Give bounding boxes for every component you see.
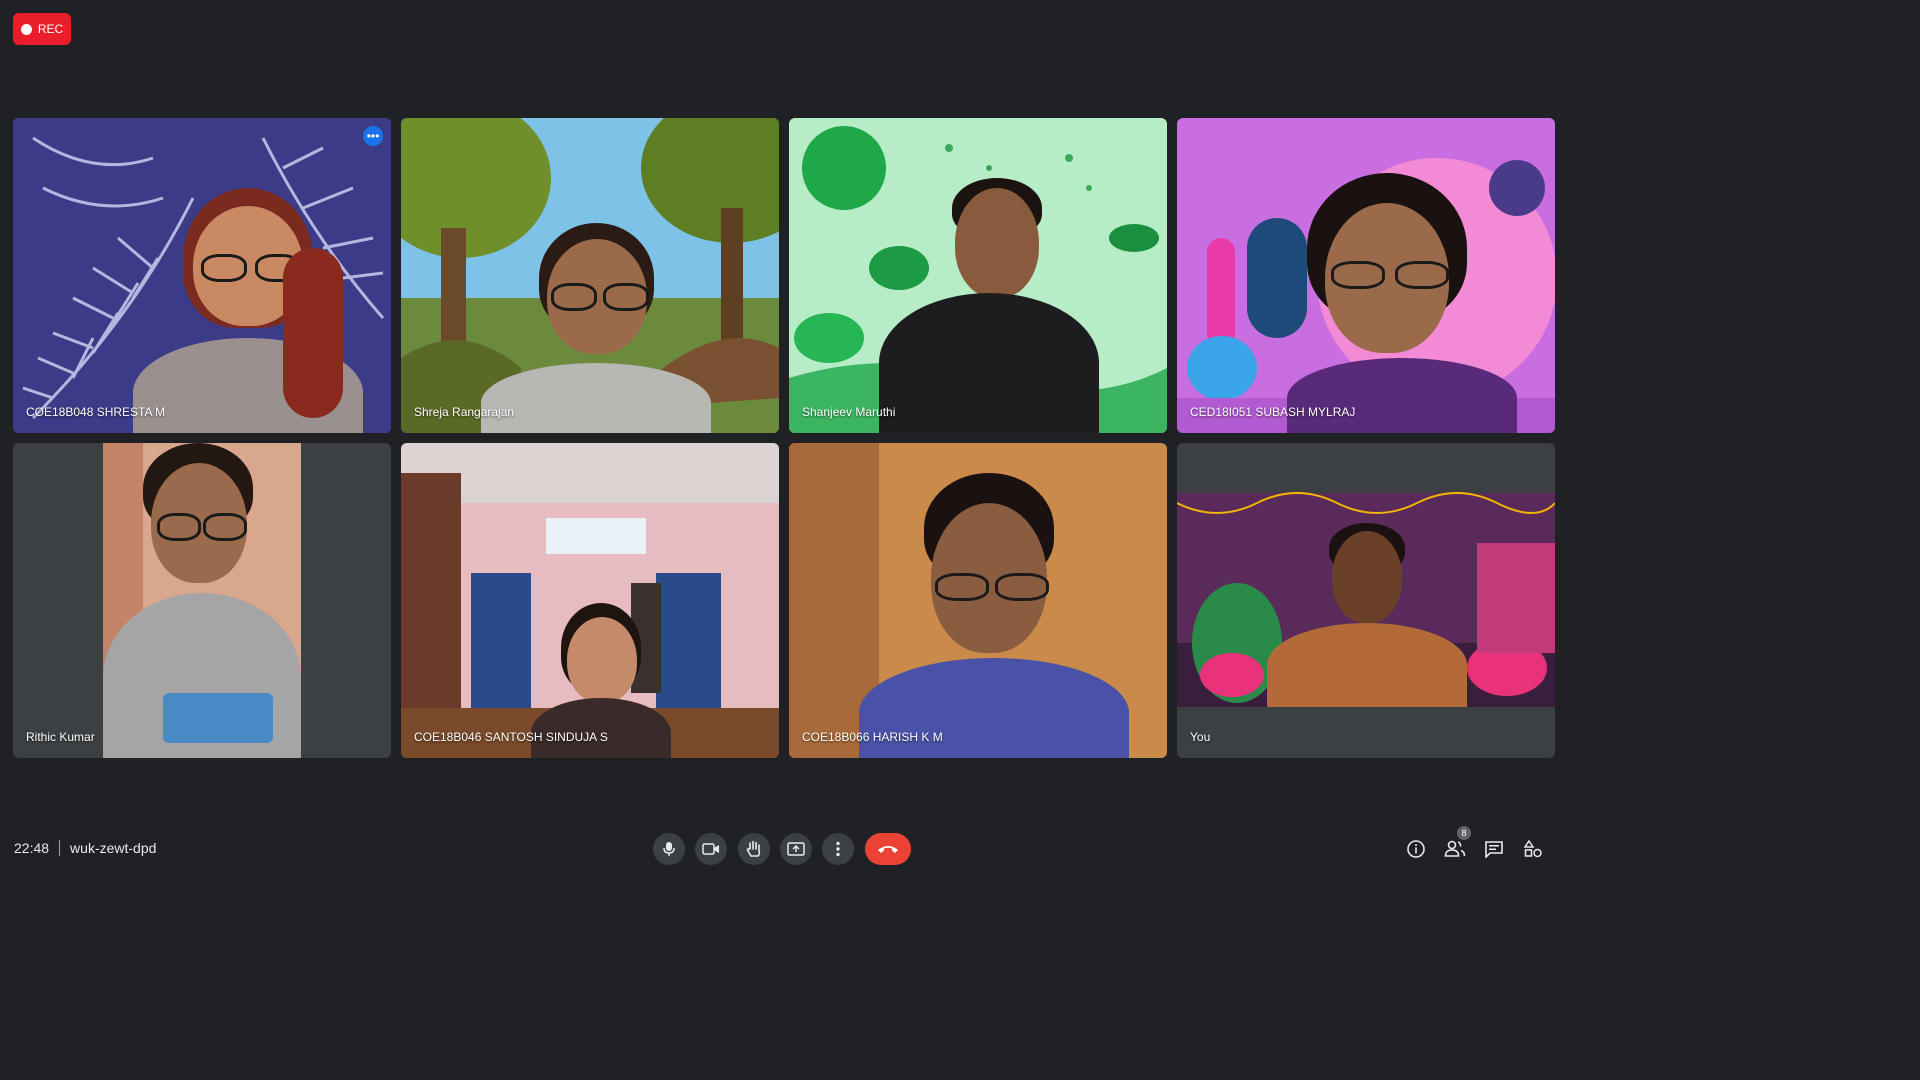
- participant-video: [133, 188, 363, 433]
- participant-video: [103, 443, 301, 758]
- participant-video: [859, 473, 1129, 758]
- participant-video: [1287, 173, 1517, 433]
- chat-icon: [1485, 841, 1503, 858]
- chat-button[interactable]: [1482, 837, 1506, 861]
- recording-indicator: REC: [13, 13, 71, 45]
- leave-call-button[interactable]: [865, 833, 911, 865]
- participant-video: [481, 223, 711, 433]
- video-tile-4[interactable]: CED18I051 SUBASH MYLRAJ: [1177, 118, 1555, 433]
- end-call-icon: [878, 846, 898, 853]
- participant-count-badge: 8: [1457, 826, 1471, 840]
- meeting-details: 22:48 wuk-zewt-dpd: [14, 840, 156, 856]
- participant-name: You: [1190, 730, 1211, 744]
- video-tile-1[interactable]: ••• COE18B048 SHRESTA M: [13, 118, 391, 433]
- tile-more-options-icon[interactable]: •••: [363, 126, 383, 146]
- participant-name: Shreja Rangarajan: [414, 405, 515, 419]
- video-tile-5[interactable]: Rithic Kumar: [13, 443, 391, 758]
- present-screen-button[interactable]: [780, 833, 812, 865]
- meeting-code[interactable]: wuk-zewt-dpd: [70, 840, 156, 856]
- mic-icon: [663, 842, 675, 856]
- divider: [59, 840, 61, 856]
- recording-label: REC: [37, 22, 64, 36]
- participant-video: [1267, 523, 1467, 707]
- participant-name: CED18I051 SUBASH MYLRAJ: [1190, 405, 1356, 419]
- video-tile-2[interactable]: Shreja Rangarajan: [401, 118, 779, 433]
- video-tile-3[interactable]: Shanjeev Maruthi: [789, 118, 1167, 433]
- video-tile-7[interactable]: COE18B066 HARISH K M: [789, 443, 1167, 758]
- rec-dot-icon: [20, 23, 32, 35]
- more-options-button[interactable]: [822, 833, 854, 865]
- microphone-button[interactable]: [653, 833, 685, 865]
- video-tile-self[interactable]: You: [1177, 443, 1555, 758]
- raise-hand-icon: [746, 840, 761, 857]
- video-tile-6[interactable]: COE18B046 SANTOSH SINDUJA S: [401, 443, 779, 758]
- participant-name: COE18B048 SHRESTA M: [26, 405, 166, 419]
- people-icon: [1444, 840, 1466, 857]
- meeting-time: 22:48: [14, 840, 50, 856]
- participant-name: COE18B046 SANTOSH SINDUJA S: [414, 730, 608, 744]
- meeting-info-button[interactable]: [1404, 837, 1428, 861]
- present-icon: [787, 842, 805, 856]
- activities-button[interactable]: [1521, 837, 1545, 861]
- raise-hand-button[interactable]: [738, 833, 770, 865]
- participant-name: Rithic Kumar: [26, 730, 95, 744]
- participant-name: COE18B066 HARISH K M: [802, 730, 943, 744]
- participant-name: Shanjeev Maruthi: [802, 405, 896, 419]
- camera-icon: [702, 843, 719, 855]
- participant-video: [879, 178, 1099, 433]
- activities-icon: [1523, 839, 1542, 858]
- info-icon: [1407, 840, 1425, 858]
- people-button[interactable]: [1443, 837, 1467, 861]
- more-options-icon: [836, 841, 840, 857]
- camera-button[interactable]: [695, 833, 727, 865]
